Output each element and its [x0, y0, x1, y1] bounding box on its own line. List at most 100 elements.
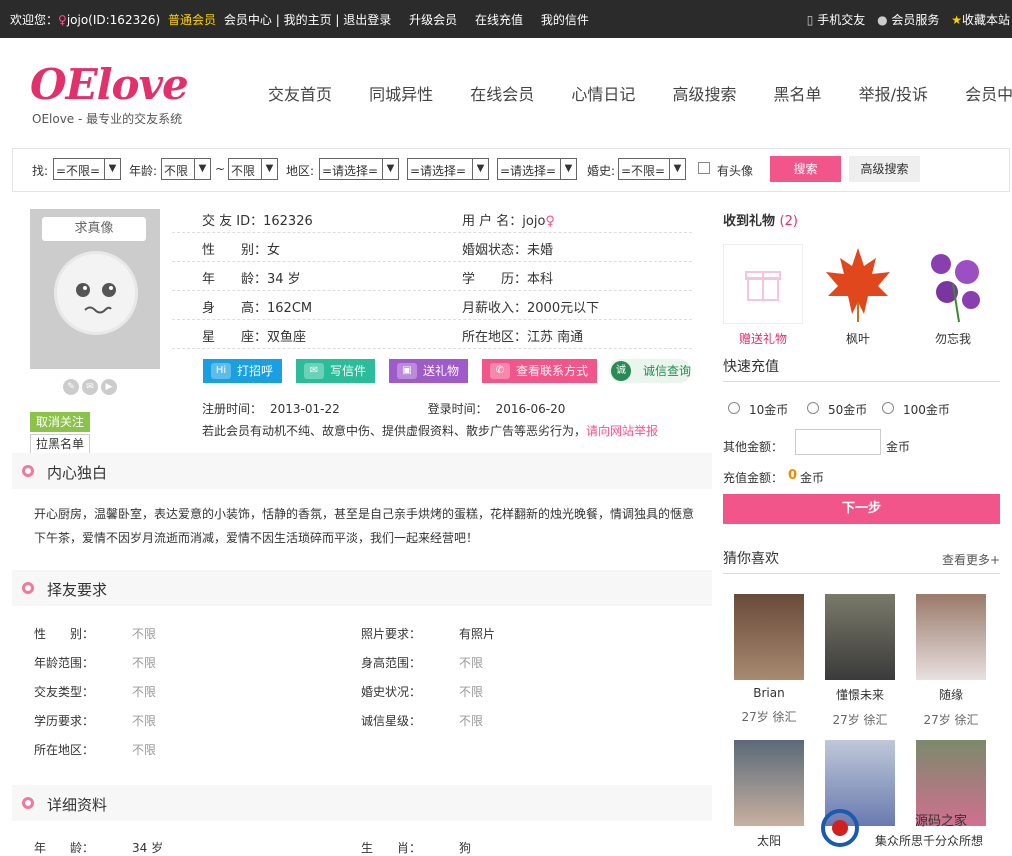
user-name: 太阳 — [756, 834, 781, 848]
search-button[interactable]: 搜索 — [770, 156, 841, 182]
mail-icon[interactable]: ✉ — [82, 379, 98, 395]
block-button[interactable]: 拉黑名单 — [30, 434, 90, 454]
district-select[interactable]: =请选择= ▼ — [497, 158, 577, 180]
gender-select[interactable]: =不限= ▼ — [53, 158, 121, 180]
has-photo-label: 有头像 — [717, 164, 754, 178]
user-age-city: 27岁 徐汇 — [923, 713, 979, 727]
section-title: 择友要求 — [47, 581, 108, 599]
profile-main: 求真像 ✎ ✉ ▶ 取消关注 拉黑名单 交 友 ID：162326 用 户 名：jo… — [12, 196, 712, 856]
nav-advanced-search[interactable]: 高级搜索 — [672, 81, 736, 105]
recommended-user[interactable]: 懂憬未来 27岁 徐汇 — [825, 594, 895, 728]
other-amount-label: 其他金额： — [723, 440, 784, 454]
section-title: 内心独白 — [47, 464, 108, 482]
marriage-select[interactable]: =不限= ▼ — [618, 158, 686, 180]
user-name: Brian — [753, 686, 785, 700]
nav-member-center[interactable]: 会员中心 — [965, 81, 1012, 105]
other-amount-input[interactable] — [795, 429, 881, 455]
upgrade-link[interactable]: 升级会员 — [409, 13, 457, 27]
age-from-select[interactable]: 不限 ▼ — [161, 158, 211, 180]
forget-me-not-gift[interactable] — [913, 244, 993, 324]
gift-label[interactable]: 赠送礼物 — [723, 330, 803, 347]
has-photo-checkbox[interactable] — [698, 162, 710, 174]
info-age: 年 龄：34 岁 — [202, 272, 301, 287]
top-bar-right: ▯ 手机交友 ● 会员服务 ★收藏本站 — [799, 11, 1010, 28]
avatar: 求真像 — [30, 209, 160, 369]
chevron-down-icon: ▼ — [104, 159, 120, 179]
nav-blacklist[interactable]: 黑名单 — [774, 81, 822, 105]
city-select[interactable]: =请选择= ▼ — [407, 158, 489, 180]
age-label: 年龄: — [129, 164, 158, 178]
nav-local[interactable]: 同城异性 — [369, 81, 433, 105]
nav-report[interactable]: 举报/投诉 — [859, 81, 928, 105]
mobile-link[interactable]: ▯ 手机交友 — [807, 13, 865, 27]
favorite-link[interactable]: ★收藏本站 — [951, 13, 1010, 27]
avatar-request-label[interactable]: 求真像 — [42, 217, 146, 241]
info-gender: 性 别：女 — [202, 243, 281, 258]
member-level-link[interactable]: 普通会员 — [168, 13, 216, 27]
report-link[interactable]: 请向网站举报 — [586, 424, 658, 438]
my-home-link[interactable]: 我的主页 — [284, 13, 332, 27]
age-tilde: ~ — [215, 162, 226, 176]
amount-unit: 金币 — [800, 471, 825, 485]
nav-diary[interactable]: 心情日记 — [571, 81, 635, 105]
req-age-range: 年龄范围： 不限 — [34, 656, 157, 670]
info-income: 月薪收入：2000元以下 — [462, 301, 600, 316]
service-link[interactable]: ● 会员服务 — [877, 13, 939, 27]
username-link[interactable]: jojo(ID:162326) — [67, 13, 160, 27]
guess-title: 猜你喜欢 — [723, 551, 779, 567]
unfollow-button[interactable]: 取消关注 — [30, 412, 90, 432]
info-location: 所在地区：江苏 南通 — [462, 330, 584, 345]
next-step-button[interactable]: 下一步 — [723, 494, 1000, 524]
user-photo — [734, 594, 804, 680]
recharge-link[interactable]: 在线充值 — [475, 13, 523, 27]
info-height: 身 高：162CM — [202, 301, 313, 316]
info-row: 交 友 ID：162326 用 户 名：jojo♀ — [172, 204, 692, 233]
member-center-link[interactable]: 会员中心 — [224, 13, 272, 27]
my-mail-link[interactable]: 我的信件 — [541, 13, 589, 27]
edit-icon[interactable]: ✎ — [63, 379, 79, 395]
warning-text: 若此会员有动机不纯、故意中伤、提供虚假资料、散步广告等恶劣行为，请向网站举报 — [202, 424, 659, 438]
send-gift-tile[interactable] — [723, 244, 803, 324]
write-letter-button[interactable]: ✉ 写信件 — [296, 359, 375, 383]
req-marriage: 婚史状况： 不限 — [361, 685, 484, 699]
main-nav: 交友首页 同城异性 在线会员 心情日记 高级搜索 黑名单 举报/投诉 会员中心 — [268, 81, 1012, 105]
top-bar-left: 欢迎您：♀jojo(ID:162326) 普通会员 会员中心 | 我的主页 | … — [10, 11, 589, 28]
nav-home[interactable]: 交友首页 — [268, 81, 332, 105]
see-more-link[interactable]: 查看更多+ — [942, 551, 1000, 568]
info-row: 星 座：双鱼座 所在地区：江苏 南通 — [172, 320, 692, 349]
info-constellation: 星 座：双鱼座 — [202, 330, 307, 345]
advanced-search-button[interactable]: 高级搜索 — [849, 156, 920, 182]
chevron-down-icon: ▼ — [472, 159, 488, 179]
send-gift-button[interactable]: ▣ 送礼物 — [389, 359, 468, 383]
site-logo[interactable]: OElove — [30, 60, 189, 109]
credit-check-button[interactable]: 诚诚信查询 — [609, 359, 691, 383]
maple-leaf-gift[interactable] — [818, 244, 898, 324]
site-slogan: OElove - 最专业的交友系统 — [32, 112, 183, 126]
monologue-header: 内心独白 — [12, 453, 712, 489]
logout-link[interactable]: 退出登录 — [343, 13, 391, 27]
province-select[interactable]: =请选择= ▼ — [319, 158, 399, 180]
recharge-100-radio[interactable] — [882, 402, 894, 414]
nav-online[interactable]: 在线会员 — [470, 81, 534, 105]
age-to-select[interactable]: 不限 ▼ — [228, 158, 278, 180]
recommended-user[interactable]: Brian 27岁 徐汇 — [734, 594, 804, 725]
recommended-user[interactable]: 随缘 27岁 徐汇 — [916, 594, 986, 728]
area-label: 地区: — [286, 164, 315, 178]
recharge-50-radio[interactable] — [807, 402, 819, 414]
detail-zodiac: 生 肖：狗 — [361, 841, 472, 855]
greet-button[interactable]: Hi 打招呼 — [203, 359, 282, 383]
watermark-line2: 集众所思千分众所想 — [875, 834, 984, 848]
user-age-city: 27岁 徐汇 — [741, 710, 797, 724]
female-icon: ♀ — [58, 13, 67, 27]
chevron-down-icon: ▼ — [261, 159, 277, 179]
play-icon[interactable]: ▶ — [101, 379, 117, 395]
view-contact-button[interactable]: ✆ 查看联系方式 — [482, 359, 597, 383]
amount-label: 充值金额： — [723, 471, 784, 485]
info-marriage: 婚姻状态：未婚 — [462, 243, 554, 258]
recommended-user[interactable]: 太阳 — [734, 740, 804, 849]
star-icon: ★ — [951, 13, 962, 27]
info-id: 交 友 ID：162326 — [202, 214, 313, 229]
recharge-100-label: 100金币 — [903, 403, 950, 417]
user-age-city: 27岁 徐汇 — [832, 713, 888, 727]
recharge-10-radio[interactable] — [728, 402, 740, 414]
